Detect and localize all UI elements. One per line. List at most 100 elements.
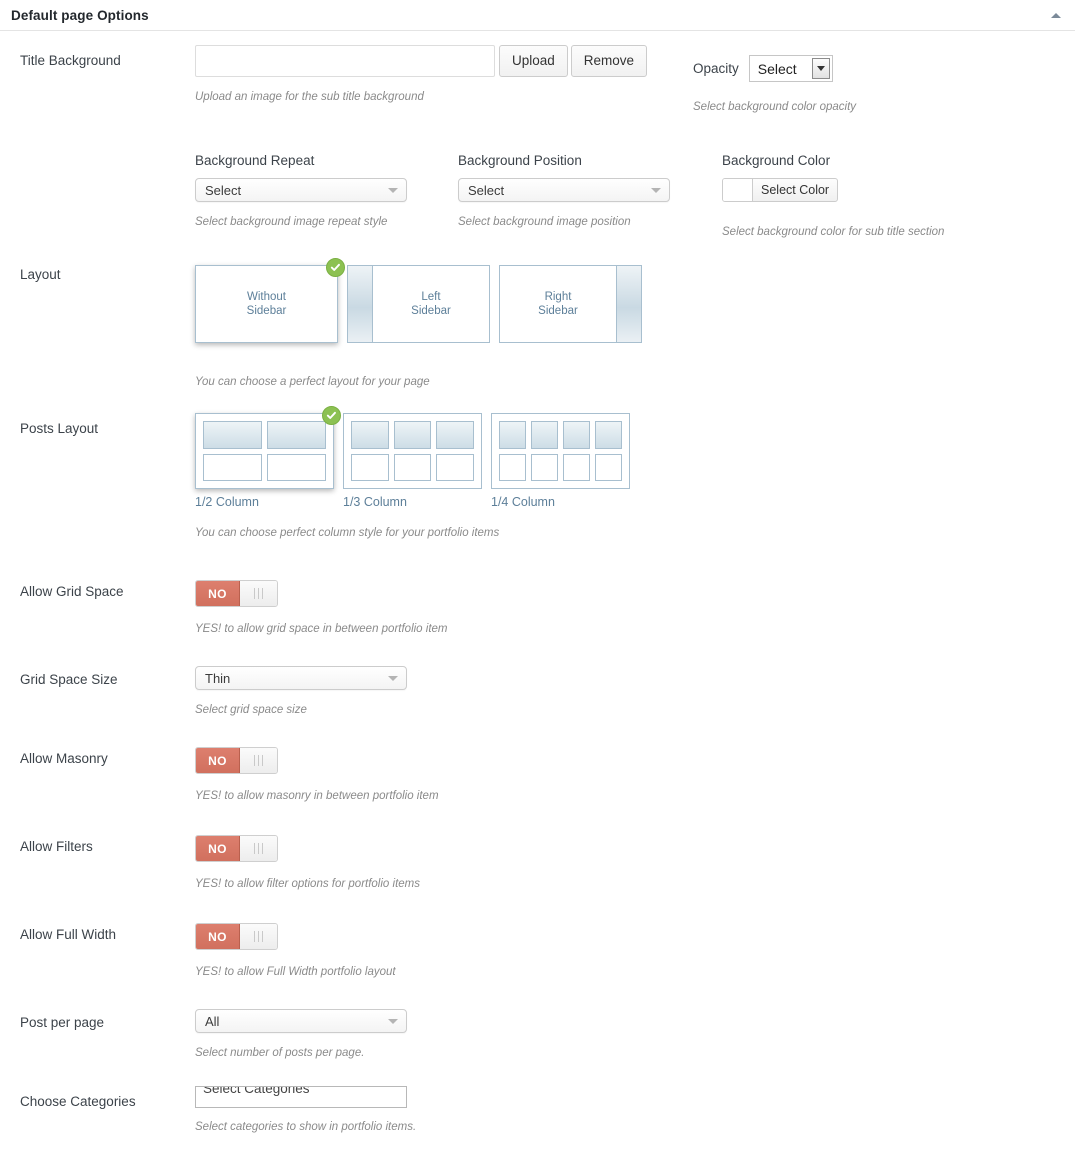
background-repeat-select[interactable]: Select: [195, 178, 407, 202]
layout-option-right-sidebar[interactable]: Right Sidebar: [499, 265, 642, 343]
background-repeat-group: Background Repeat Select Select backgrou…: [195, 153, 407, 229]
grid-cell: [595, 421, 622, 449]
caret-down-icon: [388, 188, 398, 193]
choose-categories-desc: Select categories to show in portfolio i…: [195, 1121, 417, 1133]
grid-space-size-value: Thin: [205, 670, 231, 686]
layout-option-label: Without Sidebar: [196, 266, 337, 342]
triangle-up-glyph: [1051, 12, 1061, 18]
layout-options: Without Sidebar Left Sidebar Right Sidebar: [195, 258, 651, 343]
upload-button[interactable]: Upload: [499, 45, 568, 77]
background-color-label: Background Color: [722, 153, 831, 168]
post-per-page-select[interactable]: All: [195, 1009, 407, 1033]
layout-label-line1: Right: [544, 291, 572, 303]
title-background-desc: Upload an image for the sub title backgr…: [195, 91, 424, 103]
toggle-handle[interactable]: [240, 924, 277, 949]
allow-filters-toggle[interactable]: NO: [195, 835, 278, 862]
allow-grid-space-label: Allow Grid Space: [20, 584, 124, 599]
panel-header: Default page Options: [0, 0, 1075, 31]
grid-cell: [267, 421, 326, 449]
posts-layout-option-label: 1/4 Column: [491, 495, 555, 509]
toggle-handle[interactable]: [240, 836, 277, 861]
grid-cell: [351, 453, 389, 481]
post-per-page-desc: Select number of posts per page.: [195, 1047, 365, 1059]
color-swatch[interactable]: [723, 179, 753, 201]
posts-layout-option-half: 1/2 Column: [195, 406, 341, 509]
allow-filters-desc: YES! to allow filter options for portfol…: [195, 878, 420, 890]
choose-categories-label: Choose Categories: [20, 1094, 136, 1109]
posts-layout-thumb-third[interactable]: [343, 413, 482, 489]
sidebar-preview-left: [348, 266, 373, 342]
toggle-state-label: NO: [196, 748, 240, 773]
grip-icon: [254, 755, 263, 766]
page-title: Default page Options: [11, 7, 149, 23]
toggle-handle[interactable]: [240, 581, 277, 606]
remove-button[interactable]: Remove: [570, 45, 648, 77]
toggle-handle[interactable]: [240, 748, 277, 773]
post-per-page-label: Post per page: [20, 1015, 105, 1030]
layout-option-label: Left Sidebar: [373, 266, 489, 342]
grid-space-size-select[interactable]: Thin: [195, 666, 407, 690]
grid-cell: [531, 453, 558, 481]
sidebar-preview-right: [616, 266, 641, 342]
background-position-label: Background Position: [458, 153, 582, 168]
posts-layout-option-third: 1/3 Column: [343, 413, 482, 509]
layout-label-line2: Sidebar: [246, 305, 287, 317]
chevron-down-icon[interactable]: [811, 58, 830, 79]
check-icon: [326, 258, 345, 277]
grid-cell: [563, 421, 590, 449]
posts-layout-option-label: 1/2 Column: [195, 495, 259, 509]
opacity-select-value: Select: [757, 60, 797, 77]
allow-masonry-desc: YES! to allow masonry in between portfol…: [195, 790, 439, 802]
caret-down-icon: [651, 188, 661, 193]
allow-full-width-desc: YES! to allow Full Width portfolio layou…: [195, 966, 396, 978]
grid-cell: [531, 421, 558, 449]
allow-masonry-label: Allow Masonry: [20, 751, 108, 766]
grid-cell: [351, 421, 389, 449]
opacity-desc: Select background color opacity: [693, 101, 857, 113]
choose-categories-input[interactable]: Select Categories: [195, 1086, 407, 1108]
allow-full-width-label: Allow Full Width: [20, 927, 117, 942]
grip-icon: [254, 931, 263, 942]
allow-filters-label: Allow Filters: [20, 839, 93, 854]
background-position-group: Background Position Select Select backgr…: [458, 153, 670, 229]
layout-label-line1: Without: [246, 291, 286, 303]
post-per-page-value: All: [205, 1013, 220, 1029]
background-position-value: Select: [468, 182, 505, 198]
allow-grid-space-toggle[interactable]: NO: [195, 580, 278, 607]
background-color-picker[interactable]: Select Color: [722, 178, 839, 202]
posts-layout-thumb-half[interactable]: [195, 406, 341, 489]
caret-down-icon: [388, 1019, 398, 1024]
background-position-select[interactable]: Select: [458, 178, 670, 202]
grid-cell: [595, 453, 622, 481]
grid-cell: [393, 421, 432, 449]
layout-option-left-sidebar[interactable]: Left Sidebar: [347, 265, 490, 343]
posts-layout-thumb-quarter[interactable]: [491, 413, 630, 489]
layout-option-label: Right Sidebar: [500, 266, 616, 342]
posts-layout-label: Posts Layout: [20, 421, 99, 436]
grid-cell: [267, 453, 326, 481]
opacity-label: Opacity: [693, 61, 739, 76]
grip-icon: [254, 588, 263, 599]
choose-categories-placeholder: Select Categories: [203, 1086, 310, 1096]
check-icon: [322, 406, 341, 425]
layout-label-line2: Sidebar: [411, 305, 451, 317]
posts-layout-options: 1/2 Column 1/3 Column 1/4 Column: [195, 406, 639, 509]
grid-cell: [203, 421, 262, 449]
select-color-button[interactable]: Select Color: [753, 179, 837, 201]
allow-masonry-toggle[interactable]: NO: [195, 747, 278, 774]
grid-cell: [499, 421, 526, 449]
background-color-desc: Select background color for sub title se…: [722, 226, 945, 238]
posts-layout-option-label: 1/3 Column: [343, 495, 407, 509]
grid-cell: [499, 453, 526, 481]
grid-cell: [563, 453, 590, 481]
background-repeat-label: Background Repeat: [195, 153, 315, 168]
layout-desc: You can choose a perfect layout for your…: [195, 376, 430, 388]
opacity-select[interactable]: Select: [748, 55, 833, 82]
title-background-input[interactable]: [195, 45, 495, 77]
allow-full-width-toggle[interactable]: NO: [195, 923, 278, 950]
layout-label-line1: Left: [421, 291, 441, 303]
layout-option-without-sidebar[interactable]: Without Sidebar: [195, 258, 345, 343]
grid-cell: [436, 421, 474, 449]
triangle-up-icon[interactable]: [1049, 8, 1063, 22]
grid-cell: [393, 453, 432, 481]
